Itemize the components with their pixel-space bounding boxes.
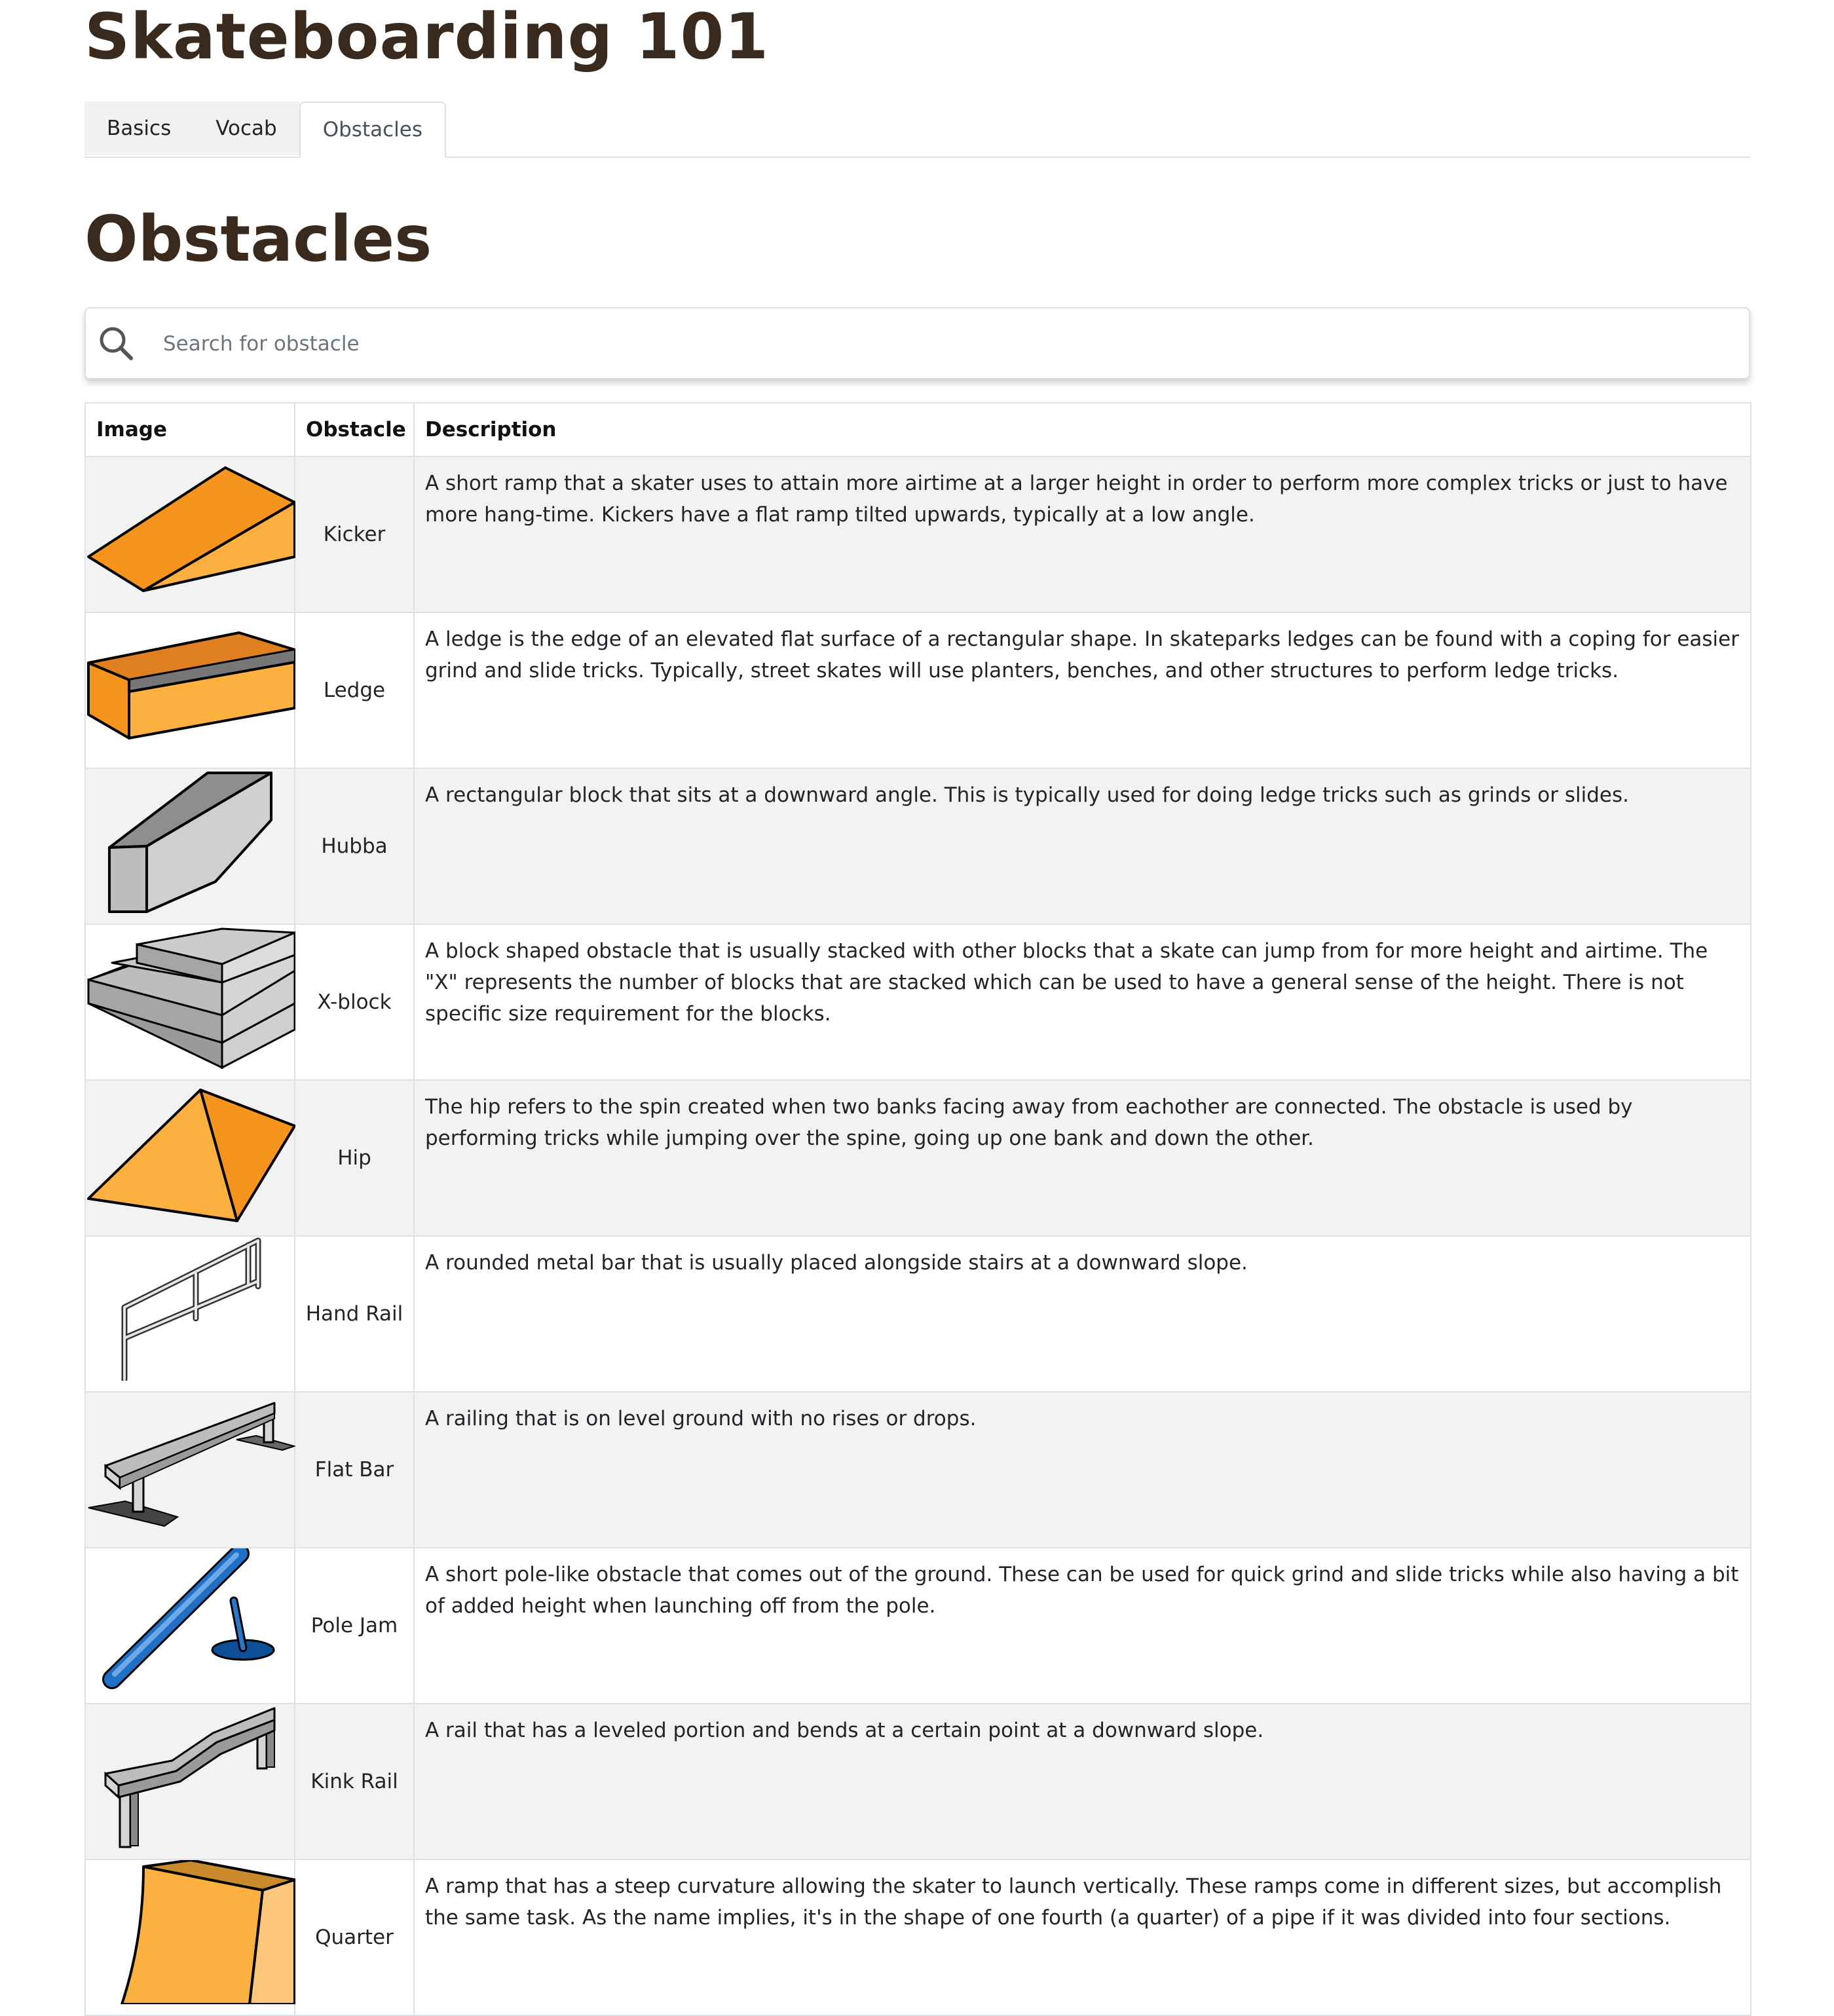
table-row[interactable]: Pole Jam A short pole-like obstacle that… [84,1547,1751,1704]
obstacle-description: A ledge is the edge of an elevated flat … [413,612,1751,769]
obstacle-description: A rectangular block that sits at a downw… [413,768,1751,925]
table-row[interactable]: X-block A block shaped obstacle that is … [84,924,1751,1081]
obstacle-description: A short pole-like obstacle that comes ou… [413,1547,1751,1704]
table-row[interactable]: Ledge A ledge is the edge of an elevated… [84,612,1751,769]
table-row[interactable]: Kink Rail A rail that has a leveled port… [84,1703,1751,1860]
image-cell [84,456,295,613]
column-header-image: Image [84,402,295,457]
obstacles-table: Image Obstacle Description Kicker A shor… [84,402,1751,2016]
page-title: Obstacles [84,202,432,276]
image-cell [84,1235,295,1392]
flat-bar-image [88,1402,295,1527]
obstacle-description: A block shaped obstacle that is usually … [413,924,1751,1081]
table-row[interactable]: Flat Bar A railing that is on level grou… [84,1391,1751,1548]
table-row[interactable]: Hubba A rectangular block that sits at a… [84,768,1751,925]
table-header-row: Image Obstacle Description [84,402,1751,457]
obstacle-name: Quarter [294,1859,415,2016]
image-cell [84,768,295,925]
obstacle-name: Hip [294,1079,415,1237]
tab-basics[interactable]: Basics [84,102,194,155]
obstacle-name: Ledge [294,612,415,769]
image-cell [84,924,295,1081]
pole-jam-image [102,1548,275,1689]
image-cell [84,1547,295,1704]
tab-vocab[interactable]: Vocab [193,102,299,155]
site-title: Skateboarding 101 [84,0,770,73]
hip-image [87,1089,295,1222]
table-row[interactable]: Quarter A ramp that has a steep curvatur… [84,1859,1751,2016]
table-row[interactable]: Hand Rail A rounded metal bar that is us… [84,1235,1751,1392]
search-icon [100,327,133,360]
obstacle-name: X-block [294,924,415,1081]
image-cell [84,612,295,769]
obstacle-description: A rail that has a leveled portion and be… [413,1703,1751,1860]
image-cell [84,1391,295,1548]
x-block-image [87,927,295,1069]
column-header-obstacle: Obstacle [294,402,415,457]
obstacle-description: A ramp that has a steep curvature allowi… [413,1859,1751,2016]
obstacle-name: Flat Bar [294,1391,415,1548]
tab-obstacles[interactable]: Obstacles [299,102,446,158]
image-cell [84,1859,295,2016]
obstacle-description: A railing that is on level ground with n… [413,1391,1751,1548]
image-cell [84,1079,295,1237]
obstacle-description: A short ramp that a skater uses to attai… [413,456,1751,613]
quarter-pipe-image [121,1860,295,2004]
obstacle-name: Hand Rail [294,1235,415,1392]
tab-bar: Basics Vocab Obstacles [84,102,1750,158]
hubba-image [108,772,272,913]
obstacle-description: The hip refers to the spin created when … [413,1079,1751,1237]
obstacle-name: Hubba [294,768,415,925]
ledge-image [87,631,295,739]
table-row[interactable]: Hip The hip refers to the spin created w… [84,1079,1751,1237]
obstacle-name: Pole Jam [294,1547,415,1704]
kink-rail-image [104,1707,276,1848]
image-cell [84,1703,295,1860]
obstacle-name: Kicker [294,456,415,613]
obstacle-description: A rounded metal bar that is usually plac… [413,1235,1751,1392]
column-header-description: Description [413,402,1751,457]
obstacle-name: Kink Rail [294,1703,415,1860]
hand-rail-image [121,1237,261,1381]
kicker-image [87,466,295,592]
search-input[interactable] [162,322,1723,366]
search-bar [84,307,1750,379]
table-row[interactable]: Kicker A short ramp that a skater uses t… [84,456,1751,613]
